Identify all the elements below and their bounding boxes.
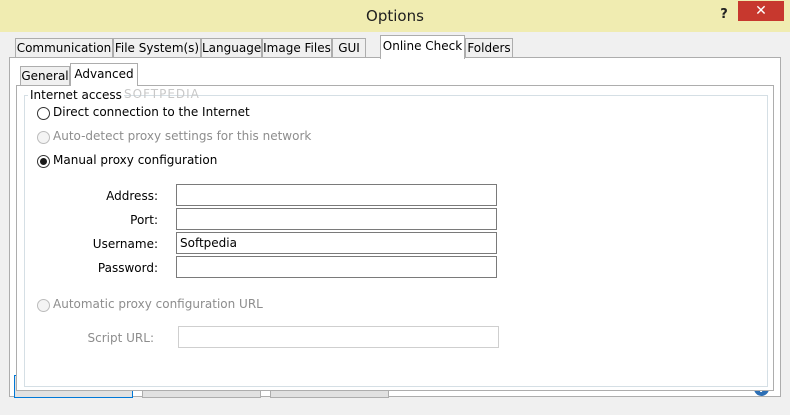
tab-image-files[interactable]: Image Files [262,38,332,57]
manual-proxy-radio[interactable] [37,155,50,168]
address-label: Address: [106,189,158,203]
dialog-client: Communication File System(s) Language Im… [6,32,784,409]
password-label: Password: [97,261,158,275]
direct-connection-label[interactable]: Direct connection to the Internet [53,105,250,119]
tab-advanced[interactable]: Advanced [70,63,138,86]
tab-language[interactable]: Language [201,38,262,57]
internet-access-legend: Internet access [28,88,124,102]
username-label: Username: [92,237,158,251]
auto-proxy-url-radio [37,299,50,312]
tab-folders[interactable]: Folders [465,38,513,57]
close-button[interactable]: ✕ [738,1,784,21]
address-input[interactable] [176,184,497,206]
window-title: Options [366,7,424,25]
title-bar: Options ? ✕ [0,0,790,32]
tab-communication[interactable]: Communication [15,38,113,57]
auto-detect-proxy-label: Auto-detect proxy settings for this netw… [53,129,312,143]
tab-general[interactable]: General [20,66,70,85]
auto-proxy-url-label: Automatic proxy configuration URL [53,297,263,311]
username-input[interactable] [176,232,497,254]
auto-detect-proxy-radio [37,131,50,144]
help-title-button[interactable]: ? [712,5,736,25]
tab-gui[interactable]: GUI [332,38,366,57]
manual-proxy-label[interactable]: Manual proxy configuration [53,153,217,167]
script-url-label: Script URL: [87,331,154,345]
direct-connection-radio[interactable] [37,107,50,120]
script-url-input [178,326,499,348]
tab-file-systems[interactable]: File System(s) [113,38,201,57]
password-input[interactable] [176,256,497,278]
port-input[interactable] [176,208,497,230]
port-label: Port: [130,213,158,227]
tab-online-check[interactable]: Online Check [380,35,465,59]
softpedia-watermark: SOFTPEDIA [124,87,200,101]
